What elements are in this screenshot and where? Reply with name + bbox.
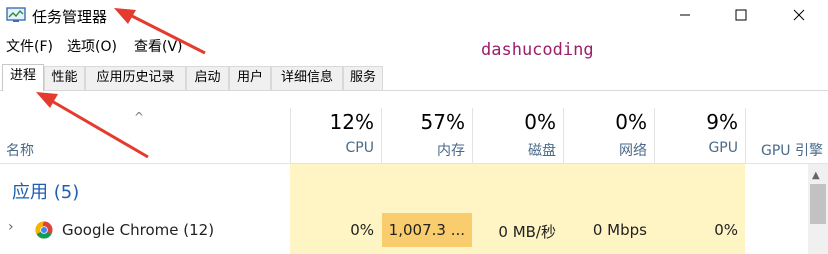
annotation-arrows xyxy=(36,8,206,159)
arrow-to-processes-tab xyxy=(36,92,149,159)
arrow-to-title xyxy=(114,8,206,55)
